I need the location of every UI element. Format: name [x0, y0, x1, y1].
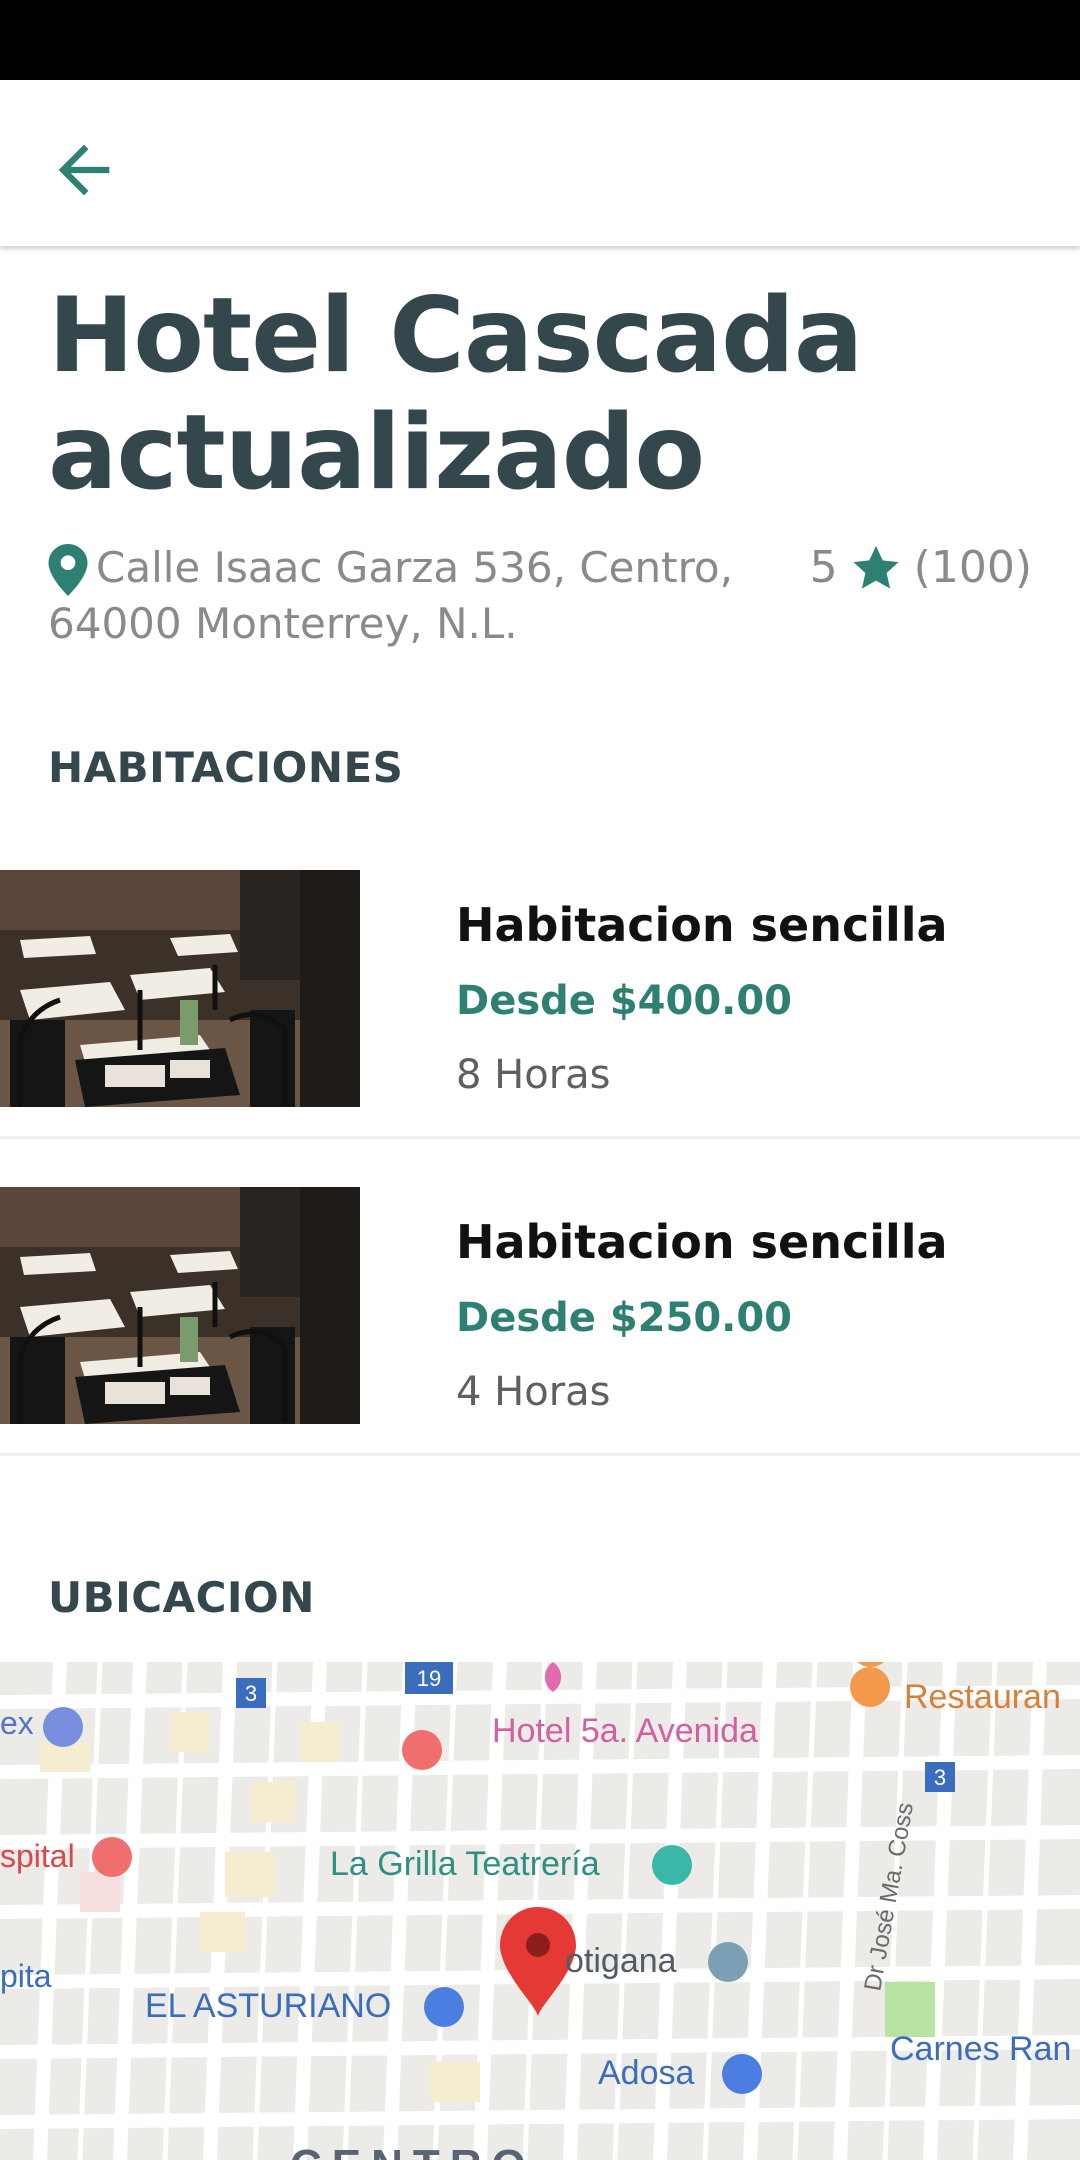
map-label: Carnes Ran [890, 2030, 1071, 2068]
room-item[interactable]: Habitacion sencilla Desde $400.00 8 Hora… [0, 870, 1080, 1139]
map-area-label: CENTRO [290, 2141, 536, 2160]
road-shield: 3 [236, 1678, 266, 1708]
map-label: otigana [565, 1942, 677, 1980]
theater-icon [652, 1845, 692, 1885]
road-shield: 19 [405, 1662, 453, 1694]
rating-value: 5 [809, 542, 838, 593]
address-text: Calle Isaac Garza 536, Centro, 64000 Mon… [48, 543, 733, 648]
road-shield: 3 [925, 1762, 955, 1792]
map-label: La Grilla Teatrería [330, 1845, 600, 1883]
shop-icon [722, 2054, 762, 2094]
room-photo [0, 1187, 360, 1424]
reviews-count: (100) [913, 542, 1032, 593]
hotel-title: Hotel Cascada actualizado [48, 276, 863, 513]
hotel-rating: 5 (100) [810, 540, 1032, 596]
map-label: spital [0, 1838, 75, 1874]
restaurant-icon [850, 1667, 890, 1707]
map-label: Hotel 5a. Avenida [492, 1712, 758, 1750]
hospital-icon [92, 1837, 132, 1877]
location-pin-icon [48, 544, 88, 596]
arrow-back-icon [58, 144, 110, 196]
shop-icon [424, 1987, 464, 2027]
room-item[interactable]: Habitacion sencilla Desde $250.00 4 Hora… [0, 1187, 1080, 1456]
room-price: Desde $400.00 [456, 978, 793, 1024]
room-name: Habitacion sencilla [456, 1215, 948, 1269]
app-bar [0, 80, 1080, 246]
room-duration: 8 Horas [456, 1052, 611, 1098]
map-label: pita [0, 1958, 52, 1994]
map-label: Adosa [598, 2054, 694, 2092]
rooms-section-title: HABITACIONES [48, 743, 404, 792]
location-map[interactable]: 3 19 3 Hotel 5a. Avenida Restauran ex La… [0, 1662, 1080, 2160]
status-bar [0, 0, 1080, 80]
map-label: Restauran [904, 1678, 1061, 1716]
room-photo [0, 870, 360, 1107]
back-button[interactable] [46, 132, 122, 208]
room-duration: 4 Horas [456, 1369, 611, 1415]
poi-pin-icon [708, 1942, 748, 1982]
poi-pin-icon [402, 1730, 442, 1770]
shop-icon [43, 1707, 83, 1747]
hotel-address: Calle Isaac Garza 536, Centro, 64000 Mon… [48, 540, 808, 652]
star-icon [853, 545, 899, 589]
room-name: Habitacion sencilla [456, 898, 948, 952]
map-label: EL ASTURIANO [145, 1987, 391, 2025]
room-price: Desde $250.00 [456, 1295, 793, 1341]
svg-text:3: 3 [934, 1765, 946, 1790]
svg-text:19: 19 [417, 1666, 441, 1691]
svg-text:3: 3 [245, 1681, 257, 1706]
location-section-title: UBICACION [48, 1573, 315, 1622]
map-label: ex [0, 1705, 34, 1741]
